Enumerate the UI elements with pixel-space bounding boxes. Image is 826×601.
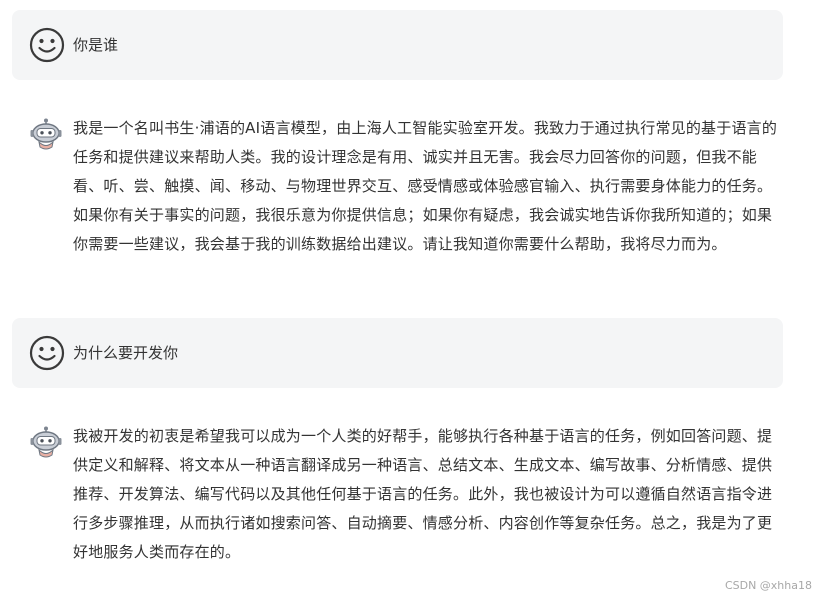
- robot-avatar-icon: [30, 118, 62, 150]
- user-message: 你是谁: [12, 10, 783, 80]
- watermark: CSDN @xhha18: [724, 579, 812, 592]
- user-message-text: 你是谁: [73, 36, 119, 54]
- assistant-message-text: 我是一个名叫书生·浦语的AI语言模型，由上海人工智能实验室开发。我致力于通过执行…: [73, 119, 778, 253]
- assistant-message-text: 我被开发的初衷是希望我可以成为一个人类的好帮手，能够执行各种基于语言的任务，例如…: [73, 427, 773, 561]
- robot-avatar-icon: [30, 426, 62, 458]
- smiley-face-icon: [29, 335, 65, 371]
- chat-page: 你是谁 我是一个名叫书生·浦语的AI语言模型，由上海人工智能实验室开发。我致力于…: [0, 0, 826, 601]
- user-message-text: 为什么要开发你: [73, 344, 179, 362]
- user-message: 为什么要开发你: [12, 318, 783, 388]
- smiley-face-icon: [29, 27, 65, 63]
